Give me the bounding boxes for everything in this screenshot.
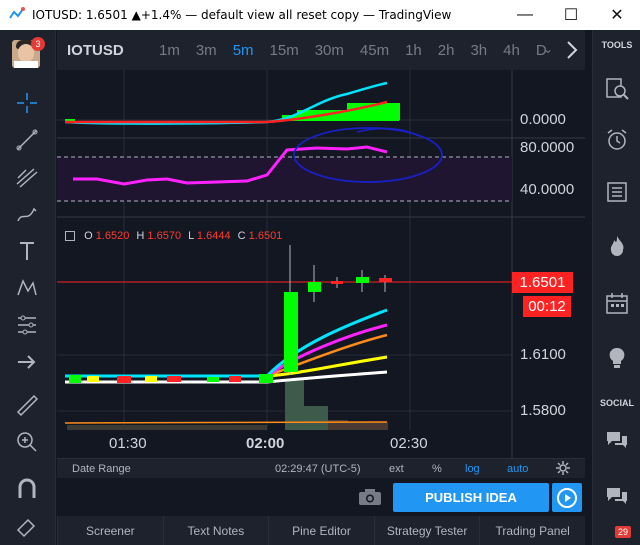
chats-icon[interactable] (601, 424, 633, 456)
chart-canvas (57, 70, 585, 458)
camera-icon[interactable] (357, 487, 383, 507)
collapse-legend-icon[interactable] (65, 231, 75, 242)
brush-icon[interactable] (12, 199, 42, 229)
notification-badge: 3 (31, 37, 45, 51)
price-axis-label: 40.0000 (520, 181, 575, 198)
tab-text-notes[interactable]: Text Notes (162, 516, 269, 545)
close-button[interactable]: ✕ (594, 0, 640, 30)
tab-trading-panel[interactable]: Trading Panel (479, 516, 585, 545)
right-widget-bar: TOOLS SOCIAL 29 (592, 30, 640, 545)
bottom-panel-tabs: Screener Text Notes Pine Editor Strategy… (57, 516, 585, 545)
ideas-lightbulb-icon[interactable] (601, 342, 633, 374)
chevron-right-icon (567, 41, 578, 59)
price-axis-label: 1.6100 (520, 346, 566, 363)
log-scale-toggle[interactable]: log (465, 463, 480, 475)
time-axis-label: 02:30 (390, 435, 428, 452)
gear-icon[interactable] (556, 461, 570, 475)
last-price-badge: 1.6501 (512, 272, 573, 293)
replay-button[interactable] (552, 483, 582, 512)
symbol-search[interactable]: IOTUSD (67, 42, 159, 59)
ohlc-open-value: 1.6520 (95, 230, 130, 242)
timeframe-1m[interactable]: 1m (159, 42, 180, 59)
ohlc-low-value: 1.6444 (196, 230, 231, 242)
time-axis-label: 02:00 (246, 435, 285, 452)
timeframe-3m[interactable]: 3m (196, 42, 217, 59)
timeframe-15m[interactable]: 15m (270, 42, 299, 59)
drawing-toolbar: 3 (0, 30, 56, 545)
price-axis-label: 1.5800 (520, 402, 566, 419)
timeframe-30m[interactable]: 30m (315, 42, 344, 59)
maximize-button[interactable]: ☐ (548, 0, 594, 30)
timeframe-4h[interactable]: 4h (503, 42, 520, 59)
ohlc-close-label: C (237, 230, 246, 242)
publish-idea-button[interactable]: PUBLISH IDEA (393, 483, 549, 512)
pitchfork-icon[interactable] (12, 162, 42, 192)
play-icon (557, 487, 577, 508)
publish-row: PUBLISH IDEA (57, 479, 585, 515)
minimize-button[interactable]: — (502, 0, 548, 30)
price-axis-label: 0.0000 (520, 111, 566, 128)
tradingview-app-icon (9, 7, 25, 19)
alarm-clock-icon[interactable] (601, 124, 633, 156)
ohlc-open-label: O (84, 230, 93, 242)
prediction-icon[interactable] (12, 310, 42, 340)
window-titlebar: IOTUSD: 1.6501 ▲+1.4% — default view all… (0, 0, 640, 30)
ruler-icon[interactable] (12, 390, 42, 420)
date-range-button[interactable]: Date Range (72, 463, 131, 475)
indicator-rsi (57, 127, 512, 202)
trend-line-icon[interactable] (12, 125, 42, 155)
chart-header: IOTUSD 1m 3m 5m 15m 30m 45m 1h 2h 3h 4h … (57, 30, 585, 70)
chart-statusbar: Date Range 02:29:47 (UTC-5) ext % log au… (57, 458, 585, 478)
timeframe-5m[interactable]: 5m (233, 42, 254, 59)
tab-screener[interactable]: Screener (57, 516, 163, 545)
time-axis-label: 01:30 (109, 435, 147, 452)
magnet-icon[interactable] (12, 474, 42, 504)
data-window-icon[interactable] (601, 176, 633, 208)
timeframe-2h[interactable]: 2h (438, 42, 455, 59)
ohlc-high-value: 1.6570 (147, 230, 182, 242)
calendar-icon[interactable] (601, 288, 633, 320)
private-chats-icon[interactable] (601, 480, 633, 512)
ohlc-high-label: H (136, 230, 145, 242)
percent-scale-toggle[interactable]: % (432, 463, 442, 475)
price-pane (57, 245, 512, 430)
chat-count-badge: 29 (615, 526, 632, 538)
bar-countdown-badge: 00:12 (523, 296, 571, 317)
zoom-icon[interactable] (12, 427, 42, 457)
expand-toolbar-button[interactable] (559, 34, 585, 66)
tab-pine-editor[interactable]: Pine Editor (268, 516, 374, 545)
pattern-icon[interactable] (12, 273, 42, 303)
arrow-icon[interactable] (12, 347, 42, 377)
price-axis-label: 80.0000 (520, 139, 575, 156)
auto-scale-toggle[interactable]: auto (507, 463, 528, 475)
ohlc-legend: O 1.6520 H 1.6570 L 1.6444 C 1.6501 (65, 230, 282, 242)
watchlist-icon[interactable] (601, 72, 633, 104)
timeframe-3h[interactable]: 3h (470, 42, 487, 59)
social-section-label: SOCIAL (599, 398, 634, 408)
window-title: IOTUSD: 1.6501 ▲+1.4% — default view all… (32, 8, 452, 22)
chevron-down-icon[interactable]: ⌄ (543, 42, 553, 56)
lock-drawings-icon[interactable] (12, 510, 42, 540)
chart-pane[interactable]: O 1.6520 H 1.6570 L 1.6444 C 1.6501 0.00… (57, 70, 585, 458)
ohlc-close-value: 1.6501 (248, 230, 283, 242)
crosshair-icon[interactable] (12, 88, 42, 118)
timeframe-45m[interactable]: 45m (360, 42, 389, 59)
tab-strategy-tester[interactable]: Strategy Tester (373, 516, 480, 545)
text-tool-icon[interactable] (12, 236, 42, 266)
timeframe-1h[interactable]: 1h (405, 42, 422, 59)
ohlc-low-label: L (188, 230, 194, 242)
tools-section-label: TOOLS (601, 40, 633, 50)
hotlist-flame-icon[interactable] (601, 230, 633, 262)
clock-readout[interactable]: 02:29:47 (UTC-5) (275, 463, 361, 475)
extended-hours-toggle[interactable]: ext (389, 463, 404, 475)
